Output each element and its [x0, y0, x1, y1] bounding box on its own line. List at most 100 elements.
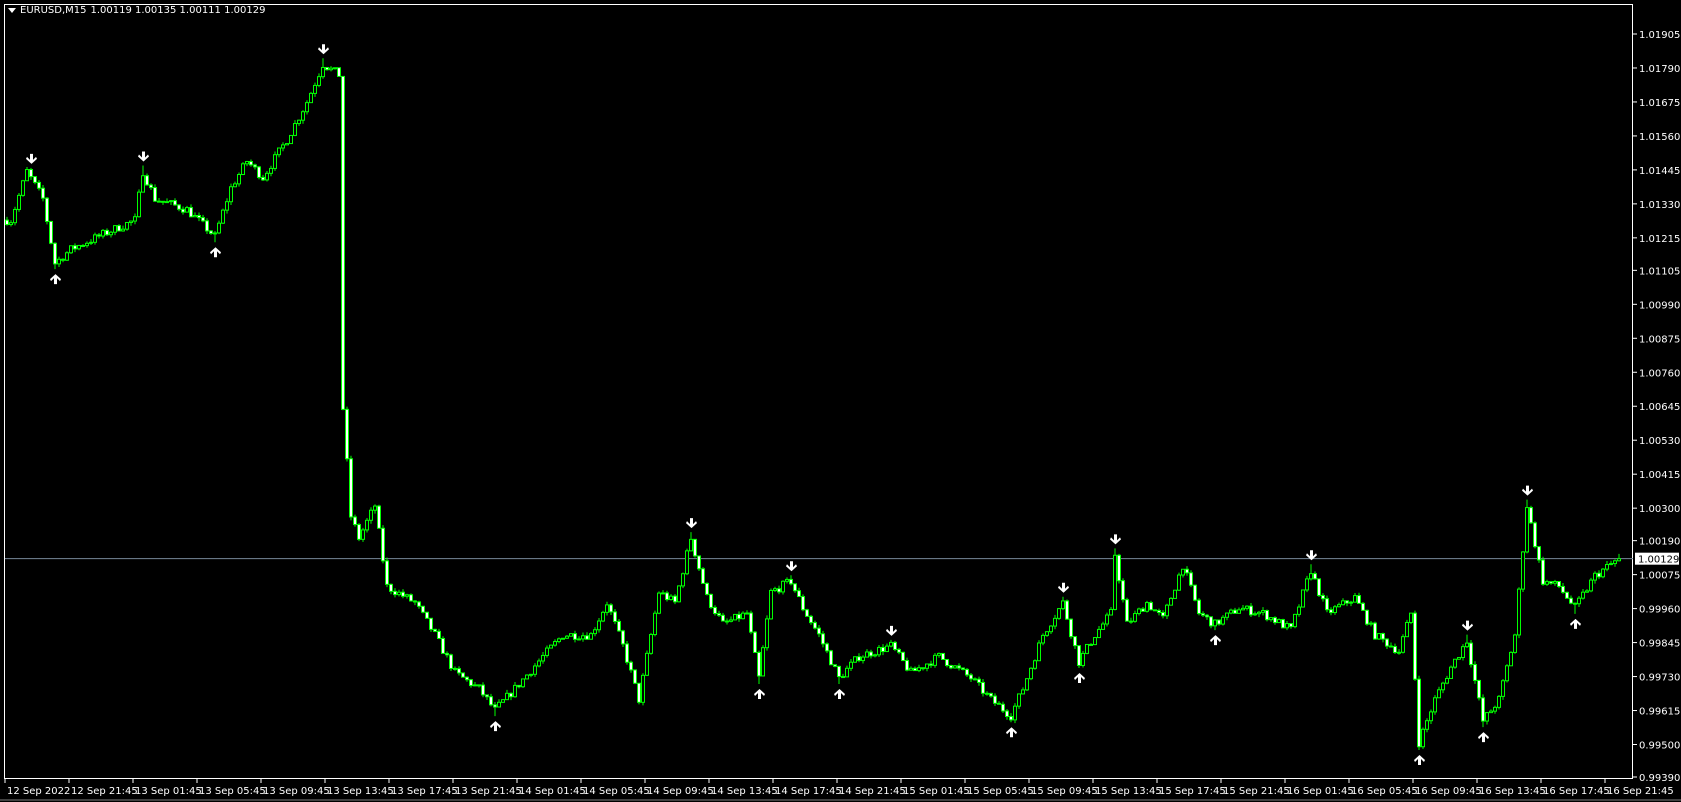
- candle: [149, 184, 153, 189]
- candle: [841, 676, 845, 679]
- candle: [705, 582, 709, 595]
- candle: [1081, 652, 1085, 666]
- candle: [881, 646, 885, 653]
- candle: [473, 684, 477, 687]
- candle: [1109, 608, 1113, 616]
- candle: [689, 538, 693, 552]
- candle: [101, 229, 105, 237]
- candle: [1497, 695, 1501, 708]
- candle: [1193, 584, 1197, 601]
- time-tick-label: 13 Sep 21:45: [455, 786, 522, 797]
- candle: [889, 641, 893, 647]
- fractal-down-arrow-icon: [786, 561, 797, 572]
- candle: [117, 225, 121, 232]
- candle: [245, 161, 249, 165]
- price-tick-label: 1.01675: [1639, 98, 1680, 109]
- candle: [1309, 573, 1313, 580]
- time-tick-label: 15 Sep 13:45: [1095, 786, 1162, 797]
- candle: [977, 678, 981, 683]
- candle: [949, 664, 953, 669]
- candle: [81, 244, 85, 247]
- candle: [353, 516, 357, 526]
- fractal-down-arrow-icon: [886, 625, 897, 636]
- candle: [253, 164, 257, 168]
- candle: [1421, 728, 1425, 748]
- fractal-up-arrow-icon: [210, 247, 221, 258]
- candle: [25, 169, 29, 182]
- candle: [1257, 611, 1261, 615]
- candle: [1373, 622, 1377, 640]
- candle: [1017, 693, 1021, 707]
- time-tick-label: 12 Sep 21:45: [71, 786, 138, 797]
- candle: [1281, 619, 1285, 629]
- candle: [713, 606, 717, 614]
- candle: [1037, 642, 1041, 662]
- candle: [1025, 678, 1029, 691]
- candle: [765, 618, 769, 649]
- candle: [1397, 651, 1401, 654]
- candle: [849, 661, 853, 669]
- candle: [1341, 600, 1345, 606]
- price-tick-label: 1.01445: [1639, 166, 1680, 177]
- candle: [349, 458, 353, 518]
- candle: [365, 519, 369, 531]
- candle: [1357, 595, 1361, 604]
- candle: [1009, 715, 1013, 721]
- candle: [1237, 609, 1241, 614]
- candle: [249, 161, 253, 166]
- candle: [717, 612, 721, 616]
- candle: [1481, 697, 1485, 722]
- candle: [1617, 558, 1621, 562]
- price-tick-label: 1.01215: [1639, 234, 1680, 245]
- candle: [289, 134, 293, 145]
- price-tick-label: 0.99960: [1639, 605, 1680, 616]
- candle: [1197, 599, 1201, 615]
- candle: [629, 661, 633, 671]
- candle: [177, 204, 181, 210]
- candle: [601, 611, 605, 622]
- candle: [1553, 580, 1557, 584]
- candle: [1325, 598, 1329, 611]
- candle: [1425, 720, 1429, 730]
- candle: [297, 119, 301, 125]
- candle: [521, 678, 525, 688]
- price-tick-label: 1.00415: [1639, 470, 1680, 481]
- candle: [161, 200, 165, 203]
- price-tick-label: 1.00300: [1639, 504, 1680, 515]
- candle: [1137, 608, 1141, 615]
- candle: [225, 201, 229, 211]
- candle: [181, 208, 185, 213]
- candle: [1173, 589, 1177, 599]
- candle: [493, 704, 497, 708]
- fractal-down-arrow-icon: [1522, 485, 1533, 496]
- candle: [433, 628, 437, 632]
- candle: [209, 230, 213, 234]
- candle: [1153, 609, 1157, 612]
- candle: [329, 67, 333, 71]
- candle: [625, 643, 629, 663]
- candle: [513, 684, 517, 698]
- candle: [1049, 625, 1053, 633]
- candle: [577, 638, 581, 641]
- candle: [213, 232, 217, 235]
- candle: [725, 620, 729, 623]
- price-tick-label: 1.00190: [1639, 537, 1680, 548]
- candle: [609, 604, 613, 613]
- candle: [549, 644, 553, 649]
- candle: [1565, 591, 1569, 599]
- candle: [1293, 613, 1297, 628]
- candlestick-chart: 1.01905 1.01790 1.01675 1.01560 1.01445 1.013…: [0, 4, 1681, 801]
- fractal-up-arrow-icon: [1478, 732, 1489, 743]
- candle: [1385, 638, 1389, 647]
- candle: [573, 633, 577, 640]
- candle: [829, 650, 833, 666]
- candle: [605, 604, 609, 613]
- fractal-up-arrow-icon: [1210, 635, 1221, 646]
- candle: [1277, 619, 1281, 624]
- candle: [641, 674, 645, 703]
- candle: [73, 245, 77, 250]
- candle: [637, 682, 641, 703]
- price-tick-label: 1.00075: [1639, 571, 1680, 582]
- candle: [697, 555, 701, 570]
- time-tick-label: 12 Sep 2022: [7, 786, 70, 797]
